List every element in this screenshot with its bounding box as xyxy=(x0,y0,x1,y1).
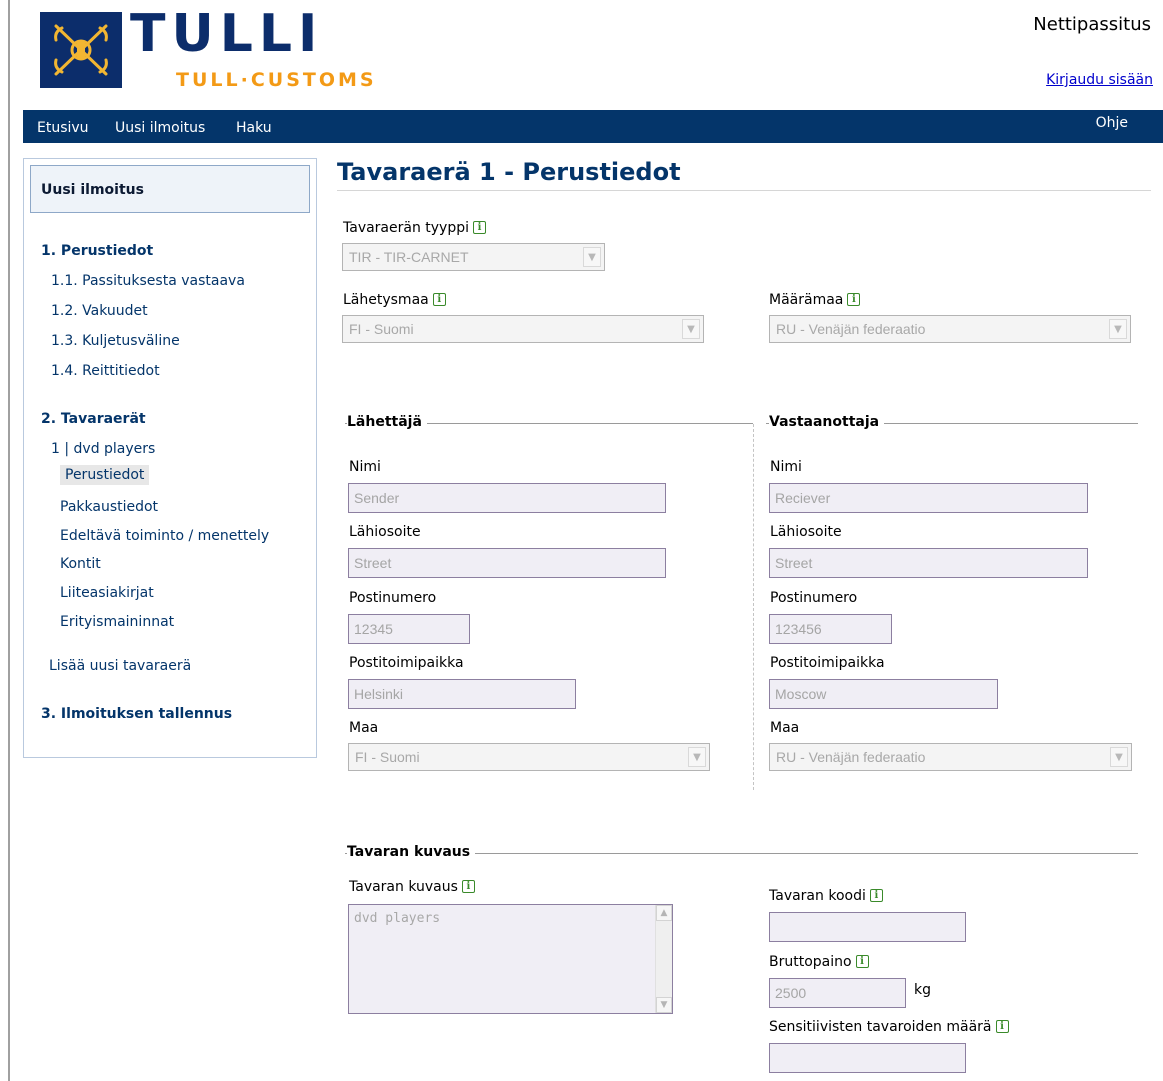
sidebar-item-vakuudet[interactable]: 1.2. Vakuudet xyxy=(51,303,148,319)
destination-country-select[interactable]: RU - Venäjän federaatio ▼ xyxy=(769,315,1131,343)
sender-postcode-label: Postinumero xyxy=(349,590,437,606)
info-icon[interactable]: i xyxy=(995,1020,1009,1033)
sidebar-section-perustiedot[interactable]: 1. Perustiedot xyxy=(41,243,153,259)
window-left-border xyxy=(8,0,10,1081)
login-link[interactable]: Kirjaudu sisään xyxy=(1046,72,1153,88)
sidebar-item-liiteasiakirjat[interactable]: Liiteasiakirjat xyxy=(60,585,154,601)
customs-logo-icon[interactable] xyxy=(40,12,122,88)
receiver-name-label: Nimi xyxy=(770,459,802,475)
chevron-down-icon: ▼ xyxy=(1109,319,1127,339)
sender-street-label: Lähiosoite xyxy=(349,524,421,540)
gross-weight-label: Bruttopaino i xyxy=(769,954,869,970)
nav-item-etusivu[interactable]: Etusivu xyxy=(37,120,89,136)
fieldset-divider xyxy=(753,424,754,790)
receiver-name-input[interactable]: Reciever xyxy=(769,483,1088,513)
receiver-postcode-label: Postinumero xyxy=(770,590,858,606)
dispatch-country-label: Lähetysmaa i xyxy=(343,292,446,308)
sidebar-item-pakkaustiedot[interactable]: Pakkaustiedot xyxy=(60,499,158,515)
logo-wordmark: TULLI xyxy=(130,4,324,64)
receiver-city-label: Postitoimipaikka xyxy=(770,655,885,671)
sensitive-goods-input[interactable] xyxy=(769,1043,966,1073)
info-icon[interactable]: i xyxy=(432,293,446,306)
sensitive-goods-label: Sensitiivisten tavaroiden määrä i xyxy=(769,1019,1009,1035)
receiver-street-input[interactable]: Street xyxy=(769,548,1088,578)
sidebar-header: Uusi ilmoitus xyxy=(30,165,310,213)
sidebar-item-kuljetusvaline[interactable]: 1.3. Kuljetusväline xyxy=(51,333,180,349)
sidebar-section-tallennus[interactable]: 3. Ilmoituksen tallennus xyxy=(41,706,232,722)
sidebar-item-edeltava-toiminto[interactable]: Edeltävä toiminto / menettely xyxy=(60,528,269,544)
destination-country-label: Määrämaa i xyxy=(769,292,861,308)
goods-legend: Tavaran kuvaus xyxy=(347,844,476,860)
goods-code-label: Tavaran koodi i xyxy=(769,888,883,904)
goods-description-label: Tavaran kuvaus i xyxy=(349,879,475,895)
nav-item-uusi-ilmoitus[interactable]: Uusi ilmoitus xyxy=(115,120,205,136)
info-icon[interactable]: i xyxy=(461,880,475,893)
site-title: Nettipassitus xyxy=(1033,14,1151,35)
chevron-down-icon: ▼ xyxy=(688,747,706,767)
page-title: Tavaraerä 1 - Perustiedot xyxy=(337,158,681,186)
receiver-country-label: Maa xyxy=(770,720,800,736)
top-navigation-bar: Etusivu Uusi ilmoitus Haku Ohje xyxy=(23,110,1163,143)
info-icon[interactable]: i xyxy=(847,293,861,306)
type-select[interactable]: TIR - TIR-CARNET ▼ xyxy=(342,243,605,271)
sender-city-input[interactable]: Helsinki xyxy=(348,679,576,709)
receiver-city-input[interactable]: Moscow xyxy=(769,679,998,709)
title-divider xyxy=(337,190,1151,191)
sidebar-item-kontit[interactable]: Kontit xyxy=(60,556,101,572)
gross-weight-unit: kg xyxy=(914,982,931,998)
sender-street-input[interactable]: Street xyxy=(348,548,666,578)
receiver-country-select[interactable]: RU - Venäjän federaatio ▼ xyxy=(769,743,1132,771)
scroll-down-icon[interactable]: ▼ xyxy=(656,997,672,1013)
sender-city-label: Postitoimipaikka xyxy=(349,655,464,671)
sender-country-label: Maa xyxy=(349,720,379,736)
sidebar-item-perustiedot-active[interactable]: Perustiedot xyxy=(60,465,150,485)
sidebar-section-tavaraerat[interactable]: 2. Tavaraerät xyxy=(41,411,146,427)
add-consignment-link[interactable]: Lisää uusi tavaraerä xyxy=(49,658,191,674)
sidebar-item-consignment-1[interactable]: 1 | dvd players xyxy=(51,441,155,457)
chevron-down-icon: ▼ xyxy=(1110,747,1128,767)
sidebar-item-passituksesta-vastaava[interactable]: 1.1. Passituksesta vastaava xyxy=(51,273,245,289)
chevron-down-icon: ▼ xyxy=(682,319,700,339)
goods-description-textarea[interactable]: dvd players ▲ ▼ xyxy=(348,904,673,1014)
sidebar-header-label: Uusi ilmoitus xyxy=(41,182,144,198)
logo-subtitle: TULL·CUSTOMS xyxy=(176,69,377,91)
sender-name-label: Nimi xyxy=(349,459,381,475)
goods-code-input[interactable] xyxy=(769,912,966,942)
sidebar: Uusi ilmoitus 1. Perustiedot 1.1. Passit… xyxy=(23,158,317,758)
sender-name-input[interactable]: Sender xyxy=(348,483,666,513)
sender-legend: Lähettäjä xyxy=(347,414,427,430)
receiver-street-label: Lähiosoite xyxy=(770,524,842,540)
info-icon[interactable]: i xyxy=(855,955,869,968)
sender-postcode-input[interactable]: 12345 xyxy=(348,614,470,644)
dispatch-country-select[interactable]: FI - Suomi ▼ xyxy=(342,315,704,343)
info-icon[interactable]: i xyxy=(473,221,487,234)
receiver-legend: Vastaanottaja xyxy=(769,414,885,430)
scroll-up-icon[interactable]: ▲ xyxy=(656,905,672,921)
receiver-postcode-input[interactable]: 123456 xyxy=(769,614,892,644)
chevron-down-icon: ▼ xyxy=(583,247,601,267)
sender-country-select[interactable]: FI - Suomi ▼ xyxy=(348,743,710,771)
nav-help-link[interactable]: Ohje xyxy=(1096,115,1128,131)
type-label: Tavaraerän tyyppi i xyxy=(343,220,487,236)
info-icon[interactable]: i xyxy=(869,889,883,902)
sidebar-item-reittitiedot[interactable]: 1.4. Reittitiedot xyxy=(51,363,160,379)
nav-item-haku[interactable]: Haku xyxy=(236,120,272,136)
gross-weight-input[interactable]: 2500 xyxy=(769,978,906,1008)
sidebar-item-erityismaininnat[interactable]: Erityismaininnat xyxy=(60,614,174,630)
textarea-scrollbar[interactable]: ▲ ▼ xyxy=(655,905,672,1013)
